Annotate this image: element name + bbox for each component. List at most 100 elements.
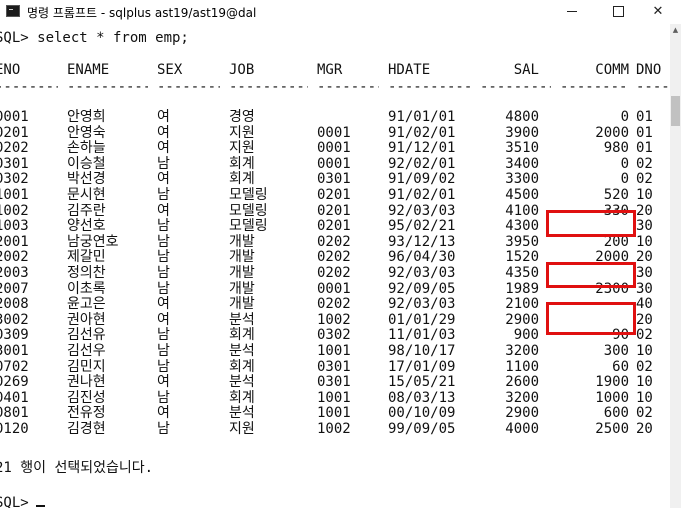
vertical-scrollbar[interactable]: ▲ (670, 24, 681, 508)
cell-sal: 2900 (505, 311, 539, 328)
cell-sex: 여 (157, 374, 170, 391)
cell-job: 개발 (229, 280, 255, 297)
cell-ename: 김선우 (67, 343, 106, 359)
cell-dno: 01 (636, 124, 653, 141)
cell-sal: 3400 (505, 155, 539, 172)
cell-job: 모델링 (229, 187, 268, 203)
cell-mgr: 0202 (317, 233, 351, 250)
cell-job: 회계 (229, 358, 255, 375)
cell-ename: 김민지 (67, 358, 106, 375)
cell-sex: 남 (157, 280, 170, 297)
cell-dno: 30 (636, 280, 653, 297)
column-underline-comm: ------------------------------ (560, 79, 627, 95)
cell-dno: 10 (636, 233, 653, 250)
cell-mgr: 1002 (317, 311, 351, 328)
cell-sal: 4100 (505, 202, 539, 219)
column-header-sal: SAL (513, 62, 539, 78)
cell-ename: 이승철 (67, 155, 106, 172)
cell-job: 회계 (229, 155, 255, 172)
cell-dno: 02 (636, 405, 653, 422)
cell-hdate: 91/02/01 (388, 124, 456, 141)
cell-eno: 0801 (0, 405, 29, 422)
console-app-icon (6, 5, 20, 17)
text-cursor (36, 505, 45, 507)
cell-hdate: 98/10/17 (388, 343, 456, 359)
cell-mgr: 0001 (317, 155, 351, 172)
cell-comm: 0 (620, 155, 629, 172)
column-header-dno: DNO (636, 62, 662, 78)
cell-eno: 1003 (0, 218, 29, 235)
cell-ename: 문시현 (67, 187, 106, 203)
cell-eno: 2001 (0, 233, 29, 250)
minimize-icon (567, 11, 577, 12)
cell-sal: 4000 (505, 421, 539, 437)
close-icon: ✕ (652, 4, 664, 19)
cell-job: 지원 (229, 421, 255, 437)
cell-sex: 남 (157, 218, 170, 235)
cell-sal: 3200 (505, 389, 539, 406)
cell-sex: 남 (157, 155, 170, 172)
cell-hdate: 08/03/13 (388, 389, 456, 406)
cell-eno: 0301 (0, 155, 29, 172)
cell-ename: 남궁연호 (67, 233, 119, 250)
cell-mgr: 0001 (317, 140, 351, 157)
cell-sal: 2600 (505, 374, 539, 391)
cell-dno: 10 (636, 389, 653, 406)
column-header-hdate: HDATE (388, 62, 431, 78)
cell-sal: 4800 (505, 109, 539, 125)
cell-mgr: 1001 (317, 405, 351, 422)
scroll-up-arrow-icon[interactable]: ▲ (670, 24, 681, 36)
cell-sal: 3200 (505, 343, 539, 359)
cell-eno: 3002 (0, 311, 29, 328)
scroll-thumb[interactable] (671, 96, 680, 126)
result-message: 21 행이 선택되었습니다. (0, 460, 154, 476)
minimize-button[interactable] (549, 0, 595, 24)
cell-eno: 2002 (0, 249, 29, 266)
column-header-eno: ENO (0, 62, 21, 78)
cell-mgr: 0302 (317, 327, 351, 344)
cell-sal: 4500 (505, 187, 539, 203)
cell-hdate: 92/03/03 (388, 265, 456, 281)
cell-dno: 02 (636, 327, 653, 344)
cell-job: 회계 (229, 327, 255, 344)
cell-hdate: 93/12/13 (388, 233, 456, 250)
cell-comm: 2500 (595, 421, 629, 437)
cell-sex: 남 (157, 233, 170, 250)
cell-dno: 02 (636, 171, 653, 188)
cell-dno: 40 (636, 296, 653, 313)
cell-job: 분석 (229, 405, 255, 422)
cell-sal: 1520 (505, 249, 539, 266)
cell-job: 분석 (229, 311, 255, 328)
cell-dno: 20 (636, 421, 653, 437)
cell-eno: 3001 (0, 343, 29, 359)
cell-ename: 김진성 (67, 389, 106, 406)
cell-job: 모델링 (229, 218, 268, 235)
cell-eno: 0302 (0, 171, 29, 188)
cell-mgr: 0202 (317, 296, 351, 313)
column-header-sex: SEX (157, 62, 183, 78)
cell-hdate: 91/12/01 (388, 140, 456, 157)
cell-eno: 1002 (0, 202, 29, 219)
cell-sex: 남 (157, 389, 170, 406)
cell-eno: 0120 (0, 421, 29, 437)
cell-sex: 남 (157, 421, 170, 437)
cell-eno: 2007 (0, 280, 29, 297)
cell-job: 모델링 (229, 202, 268, 219)
cell-ename: 윤고은 (67, 296, 106, 313)
title-bar[interactable]: 명령 프롬프트 - sqlplus ast19/ast19@dal ✕ (0, 0, 681, 24)
cell-hdate: 11/01/03 (388, 327, 456, 344)
cell-ename: 안영숙 (67, 124, 106, 141)
cell-mgr: 1001 (317, 389, 351, 406)
highlight-box-comm-2008 (546, 302, 636, 335)
cell-hdate: 92/02/01 (388, 155, 456, 172)
close-button[interactable]: ✕ (635, 0, 681, 24)
cell-dno: 01 (636, 109, 653, 125)
cell-comm: 600 (603, 405, 629, 422)
cell-dno: 20 (636, 311, 653, 328)
cell-mgr: 0001 (317, 280, 351, 297)
cell-hdate: 15/05/21 (388, 374, 456, 391)
cell-mgr: 0202 (317, 249, 351, 266)
cell-eno: 0309 (0, 327, 29, 344)
cell-hdate: 92/03/03 (388, 202, 456, 219)
cell-sal: 1100 (505, 358, 539, 375)
